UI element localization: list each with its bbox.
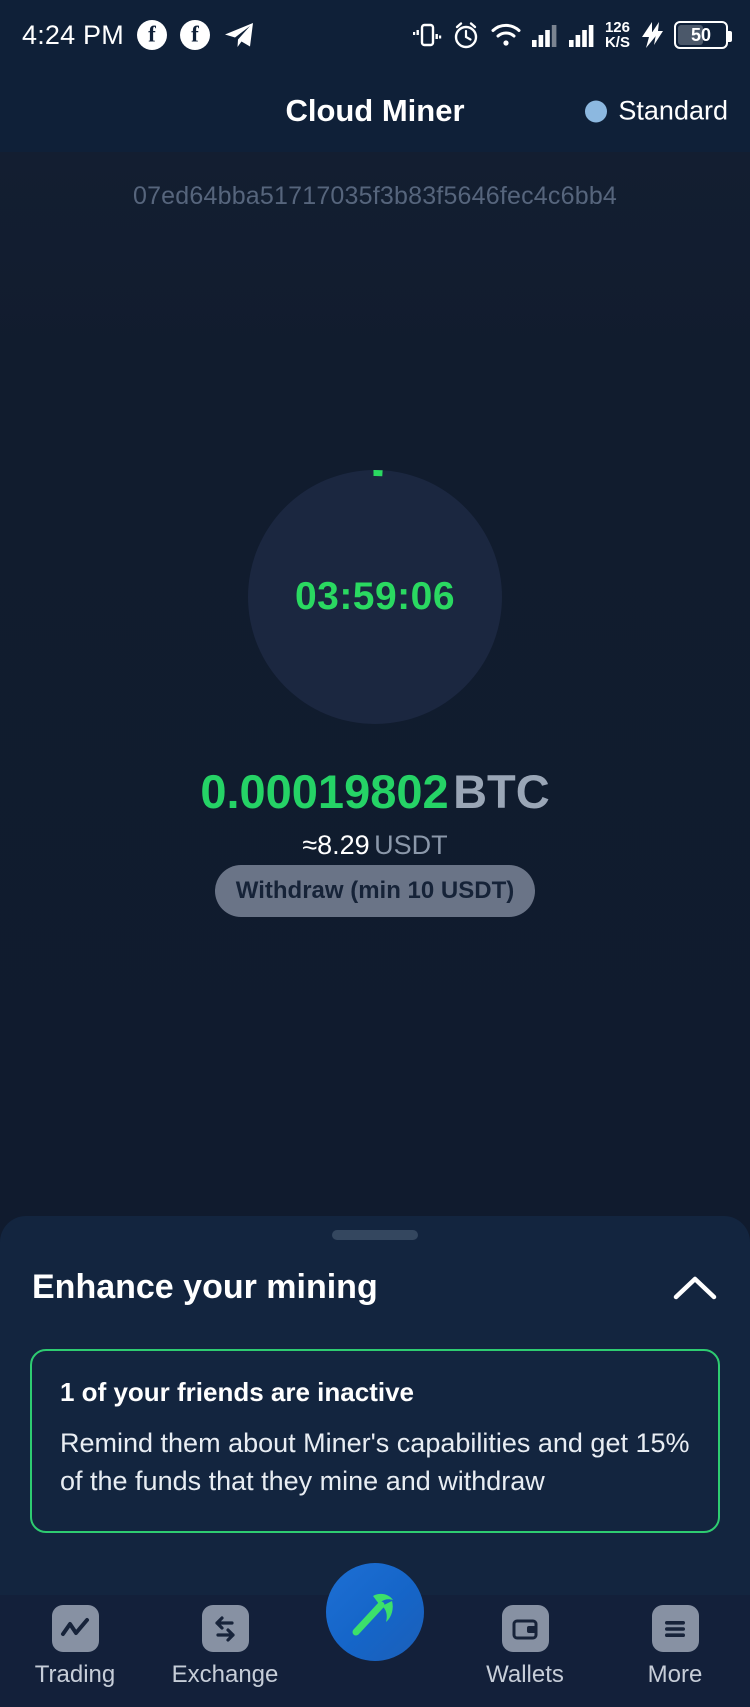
chevron-up-icon[interactable]: [672, 1273, 718, 1303]
plan-label: Standard: [618, 95, 728, 126]
status-time: 4:24 PM: [22, 19, 124, 50]
wallet-icon: [501, 1605, 549, 1652]
app-header: Cloud Miner Standard: [0, 70, 750, 152]
menu-lines-icon: [651, 1605, 699, 1652]
pickaxe-icon: [352, 1593, 393, 1636]
swap-arrows-icon: [201, 1605, 249, 1652]
chart-line-icon: [51, 1605, 99, 1652]
data-rate-indicator: 126 K/S: [605, 20, 630, 50]
nav-item-wallets[interactable]: Wallets: [460, 1605, 590, 1689]
approx-amount-currency: USDT: [374, 830, 448, 860]
signal-icon: [531, 22, 559, 48]
alarm-icon: [451, 21, 481, 50]
telegram-icon: [223, 21, 255, 49]
page-title: Cloud Miner: [285, 93, 465, 128]
sheet-header[interactable]: Enhance your mining: [0, 1240, 750, 1307]
mined-amount-value: 0.00019802: [200, 765, 449, 818]
nav-label-more: More: [647, 1661, 703, 1688]
mining-timer[interactable]: 03:59:06: [248, 470, 502, 724]
status-bar: 4:24 PM f f 126 K/S 50: [0, 0, 750, 70]
status-bar-right: 126 K/S 50: [412, 20, 732, 50]
promo-card-description: Remind them about Miner's capabilities a…: [60, 1428, 690, 1497]
timer-value: 03:59:06: [294, 575, 456, 618]
mined-amount-currency: BTC: [453, 765, 550, 818]
status-bar-left: 4:24 PM: [22, 20, 255, 51]
vibrate-icon: [412, 21, 442, 49]
facebook-icon: [179, 20, 210, 50]
miner-main-area: 07ed64bba51717035f3b83f5646fec4c6bb4 03:…: [0, 152, 750, 1216]
facebook-icon: [136, 20, 167, 50]
miner-fab-button[interactable]: [326, 1563, 424, 1661]
nav-label-exchange: Exchange: [171, 1661, 279, 1688]
promo-card[interactable]: 1 of your friends are inactive Remind th…: [30, 1349, 720, 1533]
nav-item-trading[interactable]: Trading: [10, 1605, 140, 1689]
promo-card-title: 1 of your friends are inactive: [60, 1377, 415, 1407]
mined-amount-row: 0.00019802 BTC: [0, 764, 750, 819]
sheet-drag-handle[interactable]: [332, 1230, 418, 1240]
withdraw-button[interactable]: Withdraw (min 10 USDT): [215, 865, 535, 917]
approx-amount-row: ≈8.29 USDT: [0, 830, 750, 861]
sheet-title: Enhance your mining: [32, 1268, 378, 1306]
nav-item-exchange[interactable]: Exchange: [160, 1605, 290, 1689]
charging-bolt-icon: [639, 21, 665, 49]
wifi-icon: [490, 22, 522, 48]
nav-label-wallets: Wallets: [486, 1661, 564, 1688]
battery-indicator: 50: [674, 21, 732, 49]
plan-badge[interactable]: Standard: [585, 96, 728, 127]
data-rate-unit: K/S: [604, 34, 630, 51]
nav-item-more[interactable]: More: [610, 1605, 740, 1689]
bottom-navigation: Trading Exchange Wallets More: [0, 1563, 750, 1707]
plan-status-dot: [585, 100, 608, 122]
signal-icon: [568, 22, 596, 48]
nav-label-trading: Trading: [34, 1661, 116, 1688]
miner-hash-id: 07ed64bba51717035f3b83f5646fec4c6bb4: [132, 182, 618, 210]
approx-amount-value: ≈8.29: [302, 830, 370, 860]
